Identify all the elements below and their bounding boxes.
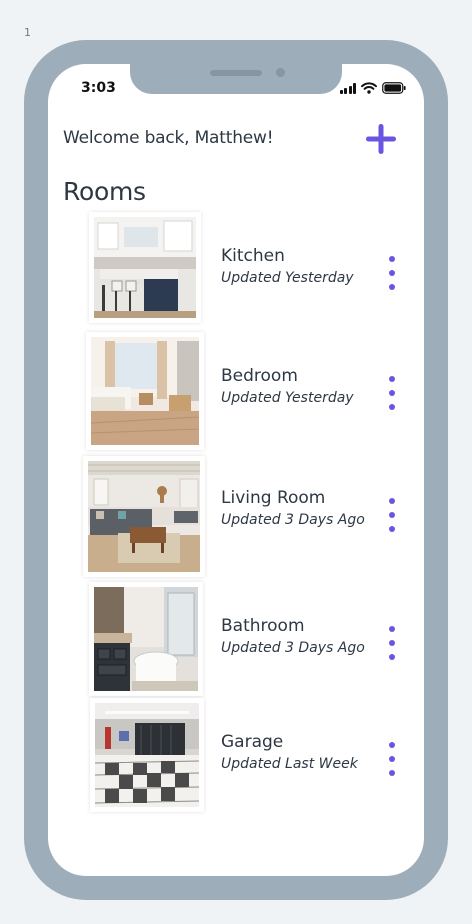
room-list: Kitchen Updated Yesterday Bedroom Update… bbox=[48, 64, 424, 876]
room-menu-button[interactable] bbox=[384, 626, 400, 660]
more-dot bbox=[389, 284, 395, 290]
room-item-bedroom[interactable]: Bedroom Updated Yesterday bbox=[48, 332, 424, 450]
bedroom-photo bbox=[86, 332, 204, 450]
room-menu-button[interactable] bbox=[384, 742, 400, 776]
room-name: Kitchen bbox=[221, 246, 285, 266]
more-dot bbox=[389, 640, 395, 646]
room-name: Living Room bbox=[221, 488, 326, 508]
room-updated-text: Updated Yesterday bbox=[221, 390, 354, 406]
more-dot bbox=[389, 512, 395, 518]
room-menu-button[interactable] bbox=[384, 256, 400, 290]
more-dot bbox=[389, 256, 395, 262]
room-menu-button[interactable] bbox=[384, 498, 400, 532]
more-dot bbox=[389, 390, 395, 396]
more-dot bbox=[389, 270, 395, 276]
more-dot bbox=[389, 376, 395, 382]
phone-frame: 3:03 Welcome back, Matthew! Rooms Kitche… bbox=[24, 40, 448, 900]
more-dot bbox=[389, 770, 395, 776]
room-updated-text: Updated Yesterday bbox=[221, 270, 354, 286]
more-dot bbox=[389, 498, 395, 504]
more-dot bbox=[389, 742, 395, 748]
more-dot bbox=[389, 626, 395, 632]
room-item-living-room[interactable]: Living Room Updated 3 Days Ago bbox=[48, 456, 424, 577]
app-screen: 3:03 Welcome back, Matthew! Rooms Kitche… bbox=[48, 64, 424, 876]
artboard-label: 1 bbox=[24, 26, 31, 39]
room-name: Bathroom bbox=[221, 616, 305, 636]
room-updated-text: Updated 3 Days Ago bbox=[221, 640, 365, 656]
room-item-bathroom[interactable]: Bathroom Updated 3 Days Ago bbox=[48, 582, 424, 698]
more-dot bbox=[389, 654, 395, 660]
room-updated-text: Updated 3 Days Ago bbox=[221, 512, 365, 528]
garage-photo bbox=[90, 698, 204, 812]
bathroom-photo bbox=[89, 582, 203, 696]
room-item-garage[interactable]: Garage Updated Last Week bbox=[48, 698, 424, 818]
living-room-photo bbox=[83, 456, 205, 577]
room-updated-text: Updated Last Week bbox=[221, 756, 358, 772]
room-menu-button[interactable] bbox=[384, 376, 400, 410]
room-name: Garage bbox=[221, 732, 284, 752]
room-item-kitchen[interactable]: Kitchen Updated Yesterday bbox=[48, 212, 424, 328]
more-dot bbox=[389, 404, 395, 410]
more-dot bbox=[389, 526, 395, 532]
room-name: Bedroom bbox=[221, 366, 298, 386]
more-dot bbox=[389, 756, 395, 762]
kitchen-photo bbox=[89, 212, 201, 323]
